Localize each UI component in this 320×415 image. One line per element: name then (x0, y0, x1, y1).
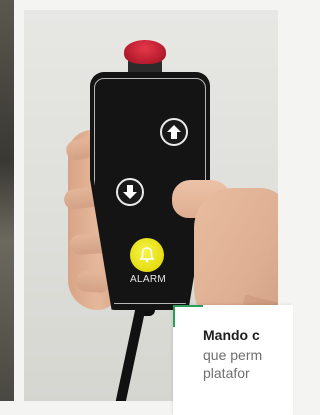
arrow-down-icon (116, 178, 144, 206)
emergency-stop-button (124, 40, 166, 64)
caption-line: que perm (203, 347, 263, 363)
caption-card: Mando c que perm platafor (173, 305, 293, 415)
caption-accent (173, 305, 175, 327)
arrow-up-glyph (167, 125, 181, 139)
arrow-down-glyph (123, 185, 137, 199)
arrow-up-icon (160, 118, 188, 146)
caption-accent (173, 305, 203, 307)
caption-title: Mando c (203, 327, 260, 343)
left-photo-strip (0, 0, 14, 401)
alarm-label: ALARM (130, 274, 166, 285)
bell-glyph (139, 247, 155, 263)
bell-icon (130, 238, 164, 272)
caption-line: platafor (203, 365, 250, 381)
